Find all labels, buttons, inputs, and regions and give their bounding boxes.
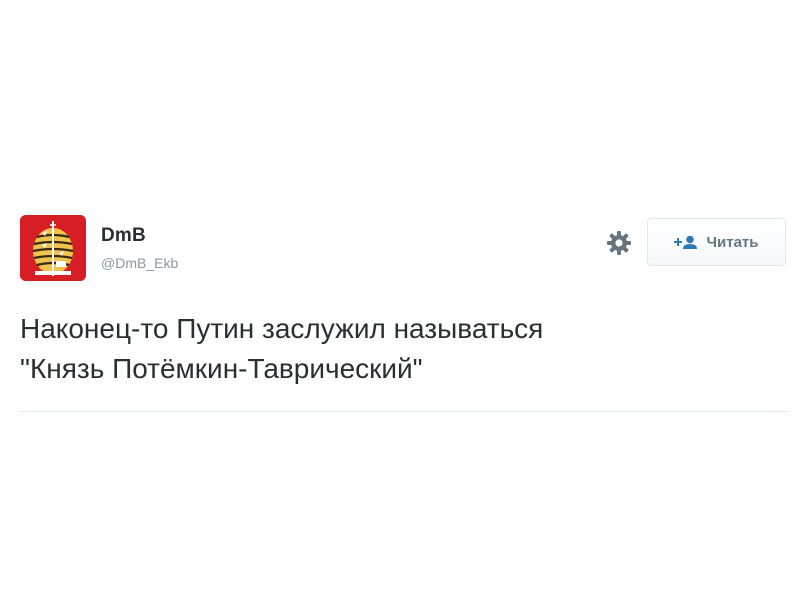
avatar[interactable] (20, 215, 86, 281)
user-handle[interactable]: @DmB_Ekb (101, 255, 178, 271)
user-name[interactable]: DmB (101, 225, 146, 247)
gear-icon[interactable] (606, 230, 632, 256)
divider (20, 411, 788, 412)
beehive-icon (20, 215, 86, 281)
tweet-text: Наконец-то Путин заслужил называться "Кн… (20, 313, 544, 384)
follow-label: Читать (706, 233, 759, 251)
tweet-card: DmB @DmB_Ekb Читать Наконец-то Путин зас… (0, 185, 799, 413)
add-user-icon (674, 235, 698, 249)
follow-button[interactable]: Читать (647, 218, 786, 266)
